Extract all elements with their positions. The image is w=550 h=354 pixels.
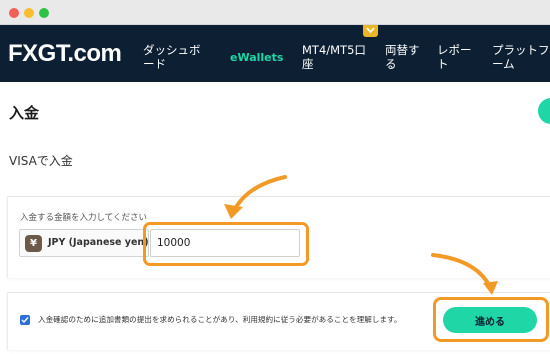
yen-icon: ¥ (25, 235, 42, 252)
maximize-window-button[interactable] (39, 8, 49, 18)
currency-selector[interactable]: ¥ JPY (Japanese yen) (19, 229, 149, 257)
consent-text: 入金確認のために追加書類の提出を求められることがあり、利用規約に従う必要があるこ… (38, 315, 402, 324)
chevron-down-icon[interactable] (363, 25, 378, 37)
amount-field-label: 入金する金額を入力してください (20, 213, 147, 223)
proceed-button[interactable]: 進める (443, 307, 537, 333)
window-titlebar (0, 0, 550, 25)
top-navigation: FXGT.com ダッシュボ ード eWallets MT4/MT5口 座 両替… (0, 25, 550, 82)
nav-platforms[interactable]: プラットフ ーム (492, 43, 550, 71)
page-title: 入金 (9, 104, 40, 122)
currency-text: JPY (Japanese yen) (48, 237, 149, 248)
nav-ewallets[interactable]: eWallets (230, 51, 283, 65)
nav-reports[interactable]: レポー ト (437, 43, 472, 71)
nav-mt4-mt5-accounts[interactable]: MT4/MT5口 座 (302, 43, 366, 71)
close-window-button[interactable] (9, 8, 19, 18)
nav-exchange[interactable]: 両替す る (385, 43, 420, 71)
amount-input[interactable] (150, 229, 300, 257)
fxgt-logo[interactable]: FXGT.com (8, 40, 122, 68)
payment-method-label: VISAで入金 (9, 154, 73, 168)
minimize-window-button[interactable] (24, 8, 34, 18)
nav-dashboard[interactable]: ダッシュボ ード (143, 43, 201, 71)
consent-checkbox[interactable] (20, 315, 30, 325)
chat-support-button[interactable] (538, 98, 550, 124)
